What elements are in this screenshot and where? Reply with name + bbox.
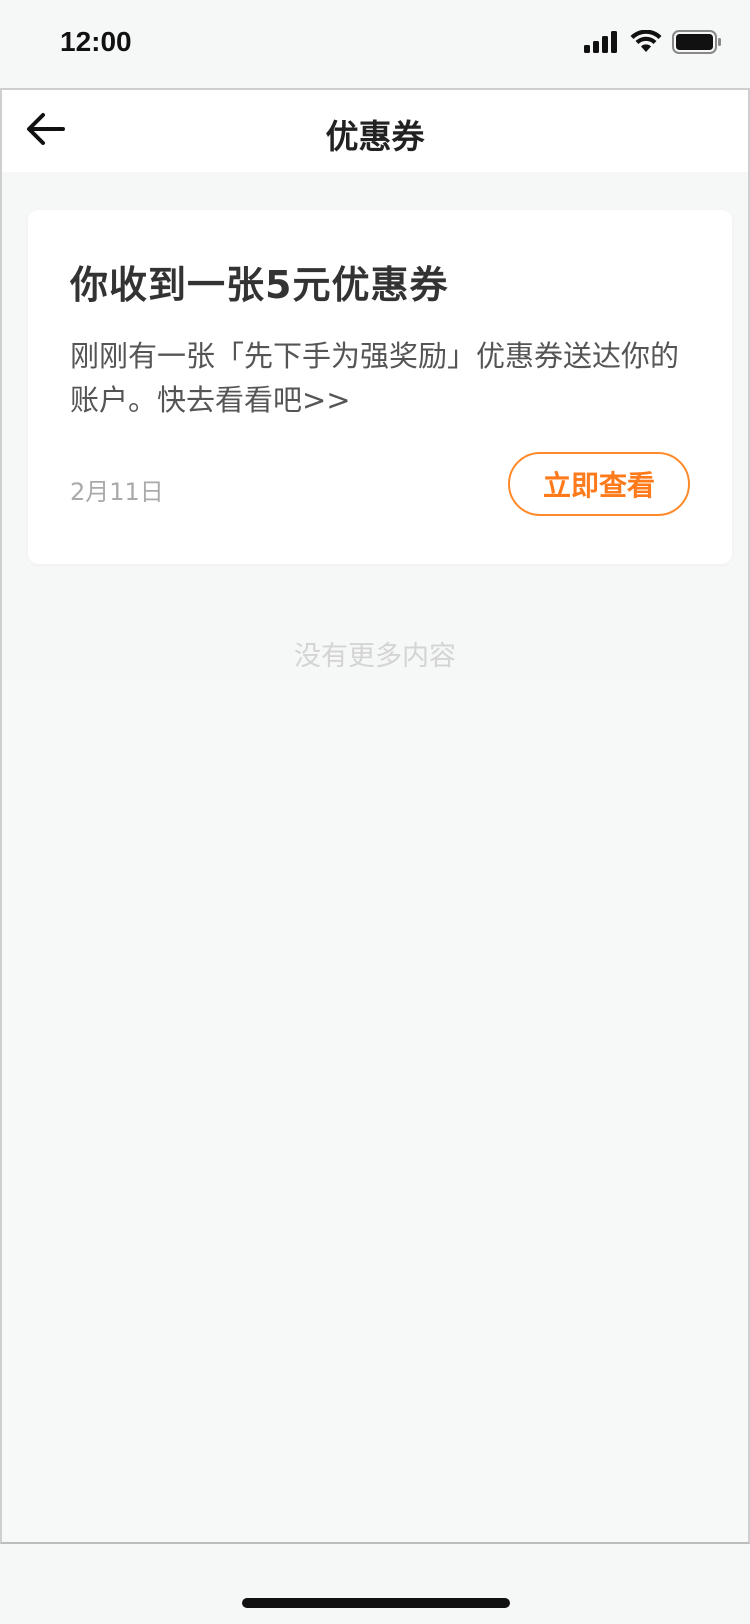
signal-icon bbox=[584, 31, 620, 53]
no-more-content-label: 没有更多内容 bbox=[294, 641, 456, 672]
coupon-notification-card[interactable]: 你收到一张5元优惠券 刚刚有一张「先下手为强奖励」优惠券送达你的账户。快去看看吧… bbox=[28, 210, 732, 564]
nav-bar: 优惠券 bbox=[2, 90, 748, 172]
status-icons bbox=[584, 30, 722, 54]
page-title: 优惠券 bbox=[325, 117, 425, 156]
view-now-button[interactable]: 立即查看 bbox=[508, 452, 690, 516]
wifi-icon bbox=[630, 30, 662, 54]
app-screen: 12:00 优惠券 你收到一张5元优惠券 刚刚有一张「先下手为强奖励」优惠券送达… bbox=[0, 0, 750, 1624]
battery-icon bbox=[672, 30, 722, 54]
notification-title: 你收到一张5元优惠券 bbox=[70, 263, 449, 307]
bottom-bar bbox=[0, 1556, 750, 1624]
notification-date: 2月11日 bbox=[70, 478, 164, 506]
message-list: 你收到一张5元优惠券 刚刚有一张「先下手为强奖励」优惠券送达你的账户。快去看看吧… bbox=[2, 172, 748, 680]
notification-body: 刚刚有一张「先下手为强奖励」优惠券送达你的账户。快去看看吧>> bbox=[70, 339, 680, 417]
empty-area bbox=[2, 680, 748, 1542]
home-indicator[interactable] bbox=[242, 1598, 510, 1608]
status-bar: 12:00 bbox=[0, 0, 750, 88]
status-time: 12:00 bbox=[60, 26, 132, 57]
